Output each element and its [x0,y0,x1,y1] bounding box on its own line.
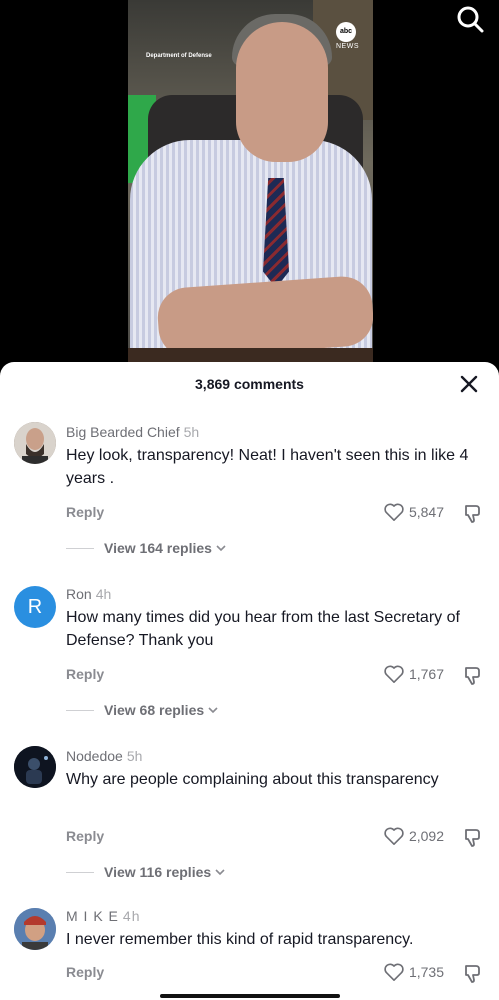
comment-count: 3,869 comments [195,376,304,392]
close-icon[interactable] [459,374,479,394]
view-replies-label: View 164 replies [104,540,212,556]
desk [128,348,373,362]
dislike-icon[interactable] [461,826,483,848]
comment-text: How many times did you hear from the las… [66,609,460,649]
like-count: 5,847 [408,504,444,520]
chevron-down-icon [216,545,226,552]
replies-divider [66,547,94,549]
home-indicator [160,994,340,998]
reply-button[interactable]: Reply [66,666,104,682]
avatar-photo [14,908,56,950]
like-count: 1,735 [408,964,444,980]
video-player[interactable]: Department of Defense abc NEWS [0,0,499,362]
comment-username[interactable]: Nodedoe 5h [66,748,142,764]
view-replies-button[interactable]: View 68 replies [66,702,218,718]
dislike-icon[interactable] [461,962,483,984]
like-count: 1,767 [408,666,444,682]
reply-button[interactable]: Reply [66,828,104,844]
like-button[interactable]: 5,847 [383,502,444,522]
chevron-down-icon [215,869,225,876]
comment-username[interactable]: Big Bearded Chief 5h [66,424,199,440]
view-replies-button[interactable]: View 116 replies [66,864,225,880]
reply-button[interactable]: Reply [66,964,104,980]
dislike-icon[interactable] [461,664,483,686]
replies-divider [66,871,94,873]
comment-text: I never remember this kind of rapid tran… [66,931,414,948]
chevron-down-icon [208,707,218,714]
avatar-letter: R [27,596,43,618]
heart-icon [384,665,404,683]
person-head [236,22,328,162]
heart-icon [384,503,404,521]
heart-icon [384,963,404,981]
person-arms [155,274,373,360]
avatar[interactable] [14,422,56,464]
avatar-photo [14,422,56,464]
like-button[interactable]: 1,735 [383,962,444,982]
view-replies-label: View 116 replies [104,864,212,880]
heart-icon [384,827,404,845]
like-button[interactable]: 1,767 [383,664,444,684]
like-button[interactable]: 2,092 [383,826,444,846]
abc-logo: abc [336,22,356,42]
view-replies-button[interactable]: View 164 replies [66,540,226,556]
comment-text: Why are people complaining about this tr… [66,771,439,788]
search-icon[interactable] [455,4,485,34]
news-logo-text: NEWS [336,43,359,50]
reply-button[interactable]: Reply [66,504,104,520]
comments-sheet: 3,869 comments Big Bearded Chief 5h Hey l… [0,362,499,1000]
replies-divider [66,709,94,711]
avatar[interactable] [14,746,56,788]
video-overlay-label: Department of Defense [146,53,212,59]
comment-username[interactable]: Ron 4h [66,586,111,602]
dislike-icon[interactable] [461,502,483,524]
comment-text: Hey look, transparency! Neat! I haven't … [66,447,469,487]
like-count: 2,092 [408,828,444,844]
view-replies-label: View 68 replies [104,702,205,718]
avatar[interactable]: R [14,586,56,628]
comment-username[interactable]: M I K E 4h [66,908,140,924]
video-frame[interactable]: Department of Defense abc NEWS [128,0,373,362]
avatar-photo [14,746,56,788]
avatar[interactable] [14,908,56,950]
